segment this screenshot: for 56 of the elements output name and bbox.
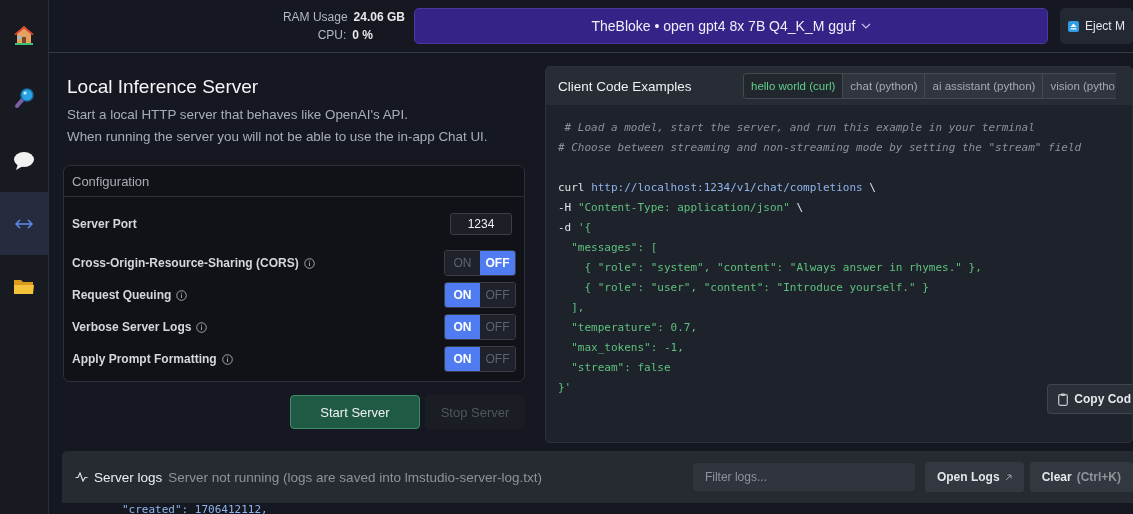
toggle-switch[interactable]: ON OFF xyxy=(444,250,516,276)
code-comment: # Choose between streaming and non-streaming mode by setting the "stream" field xyxy=(558,140,1083,156)
setting-label: Server Port xyxy=(72,217,137,231)
code-line: }' xyxy=(558,380,573,396)
description-text: When running the server you will not be able to use the in-app Chat UI. xyxy=(67,129,489,144)
code-line: curl http://localhost:1234/v1/chat/completions \ xyxy=(558,180,877,196)
left-right-arrow-icon xyxy=(15,218,33,229)
chevron-down-icon xyxy=(860,23,871,29)
cpu-value: 0 % xyxy=(352,28,373,42)
folder-icon xyxy=(13,277,35,296)
activity-icon xyxy=(75,472,88,482)
ram-usage-label: RAM Usage xyxy=(282,10,348,24)
logs-title: Server logs xyxy=(94,469,163,485)
toggle-switch[interactable]: ON OFF xyxy=(444,346,516,372)
logs-status: Server not running (logs are saved into lmstudio-server-log.txt) xyxy=(168,469,542,485)
model-selector[interactable]: TheBloke • open gpt4 8x 7B Q4_K_M gguf xyxy=(414,8,1048,44)
speech-bubble-icon xyxy=(13,150,35,171)
toggle-switch[interactable]: ON OFF xyxy=(444,282,516,308)
clipboard-icon xyxy=(1058,392,1069,406)
filter-field[interactable]: Filter logs... xyxy=(692,463,915,491)
tab[interactable]: ai assistant (python) xyxy=(924,74,1043,98)
code-line: -H "Content-Type: application/json" \ xyxy=(558,200,805,216)
log-line: "created": 1706412112, xyxy=(121,504,269,514)
start-server-button[interactable]: Start Server xyxy=(290,395,420,429)
code-line: { "role": "system", "content": "Always answer in rhymes." }, xyxy=(583,260,983,276)
code-line: "stream": false xyxy=(570,360,672,376)
port-input[interactable]: 1234 xyxy=(450,213,512,235)
external-link-icon xyxy=(1004,473,1012,481)
code-line: "temperature": 0.7, xyxy=(570,320,699,336)
ram-usage-value: 24.06 GB xyxy=(353,10,405,24)
eject-icon xyxy=(1068,20,1079,32)
code-line: ], xyxy=(570,300,586,316)
setting-label: Verbose Server Logs xyxy=(72,320,192,334)
toggle-switch[interactable]: ON OFF xyxy=(444,314,516,340)
setting-label: Cross-Origin-Resource-Sharing (CORS) xyxy=(72,256,299,270)
tab[interactable]: hello world (curl) xyxy=(744,74,843,98)
tab[interactable]: chat (python) xyxy=(842,74,925,98)
cpu-label: CPU: xyxy=(317,28,347,42)
setting-label: Apply Prompt Formatting xyxy=(72,352,217,366)
open-logs-button[interactable]: Open Logs xyxy=(924,462,1024,492)
house-icon xyxy=(13,23,35,46)
setting-label: Request Queuing xyxy=(72,288,172,302)
code-line: { "role": "user", "content": "Introduce yourself." } xyxy=(583,280,930,296)
code-comment: # Load a model, start the server, and run this example in your terminal xyxy=(563,120,1036,136)
code-line: "messages": [ xyxy=(570,240,659,256)
code-line: -d '{ xyxy=(558,220,593,236)
eject-button[interactable]: Eject M xyxy=(1060,8,1133,44)
tab[interactable]: vision (pytho xyxy=(1042,74,1116,98)
description-text: Start a local HTTP server that behaves like OpenAI's API. xyxy=(67,107,409,122)
copy-code-button[interactable]: Copy Cod xyxy=(1047,384,1132,414)
clear-button[interactable]: Clear (Ctrl+K) xyxy=(1029,462,1133,492)
panel-title: Client Code Examples xyxy=(558,78,693,94)
magnifier-icon xyxy=(13,86,35,109)
panel-title: Configuration xyxy=(64,166,524,197)
code-line: "max_tokens": -1, xyxy=(570,340,685,356)
page-title: Local Inference Server xyxy=(67,76,260,98)
